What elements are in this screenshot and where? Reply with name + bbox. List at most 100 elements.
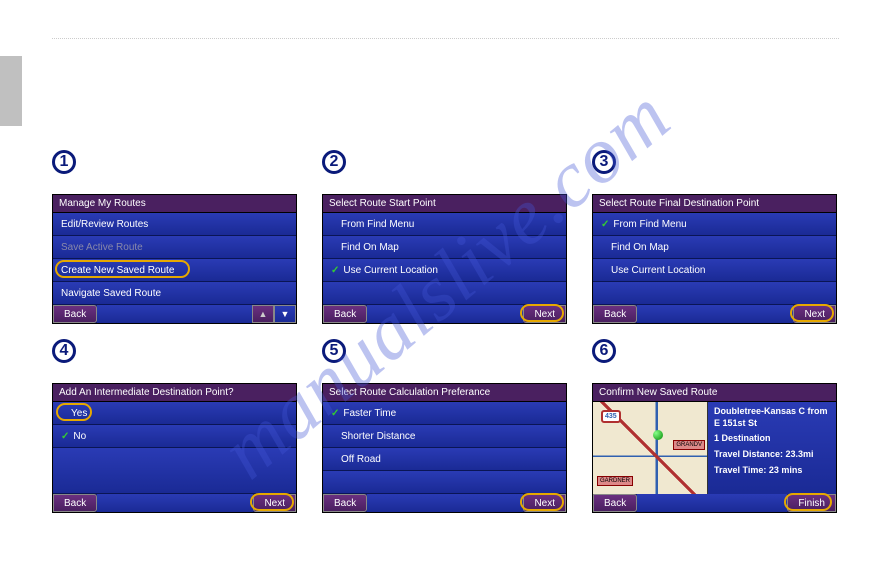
menu-item-yes[interactable]: Yes bbox=[53, 402, 296, 425]
footer-spacer bbox=[367, 305, 523, 323]
title-bar: Add An Intermediate Destination Point? bbox=[53, 384, 296, 402]
menu-item-current-location[interactable]: Use Current Location bbox=[593, 259, 836, 282]
menu-label: Yes bbox=[71, 408, 87, 419]
check-icon: ✓ bbox=[331, 265, 339, 276]
menu-label: From Find Menu bbox=[613, 219, 686, 230]
menu-item-create-new[interactable]: Create New Saved Route bbox=[53, 259, 296, 282]
menu-item-save-active: Save Active Route bbox=[53, 236, 296, 259]
check-icon: ✓ bbox=[601, 219, 609, 230]
step-2: 2 Select Route Start Point From Find Men… bbox=[322, 150, 567, 324]
empty-row bbox=[323, 282, 566, 305]
next-button[interactable]: Next bbox=[253, 494, 296, 512]
menu-item-find-menu[interactable]: ✓ From Find Menu bbox=[593, 213, 836, 236]
menu-item-find-map[interactable]: Find On Map bbox=[593, 236, 836, 259]
map-label: GRANDV bbox=[673, 440, 705, 450]
menu-label: Save Active Route bbox=[61, 242, 143, 253]
step-number: 4 bbox=[52, 339, 76, 363]
footer-bar: Back Finish bbox=[593, 494, 836, 512]
footer-spacer bbox=[367, 494, 523, 512]
menu-item-off-road[interactable]: Off Road bbox=[323, 448, 566, 471]
screen-start-point: Select Route Start Point From Find Menu … bbox=[322, 194, 567, 324]
step-number: 1 bbox=[52, 150, 76, 174]
check-icon: ✓ bbox=[61, 431, 69, 442]
route-name: Doubletree-Kansas C from E 151st St bbox=[714, 406, 830, 429]
travel-time: Travel Time: 23 mins bbox=[714, 465, 830, 477]
footer-spacer bbox=[637, 305, 793, 323]
screen-calc-preference: Select Route Calculation Preferance ✓ Fas… bbox=[322, 383, 567, 513]
menu-label: Create New Saved Route bbox=[61, 265, 174, 276]
title-bar: Select Route Start Point bbox=[323, 195, 566, 213]
screen-manage-routes: Manage My Routes Edit/Review Routes Save… bbox=[52, 194, 297, 324]
title-bar: Confirm New Saved Route bbox=[593, 384, 836, 402]
menu-label: Navigate Saved Route bbox=[61, 288, 161, 299]
map-marker-icon bbox=[653, 430, 663, 440]
footer-bar: Back Next bbox=[593, 305, 836, 323]
footer-spacer bbox=[637, 494, 787, 512]
screen-final-destination: Select Route Final Destination Point ✓ Fr… bbox=[592, 194, 837, 324]
footer-bar: Back Next bbox=[323, 305, 566, 323]
empty-row bbox=[593, 282, 836, 305]
menu-item-find-menu[interactable]: From Find Menu bbox=[323, 213, 566, 236]
margin-tab bbox=[0, 56, 22, 126]
map-preview[interactable]: 435 GARDNER GRANDV bbox=[593, 402, 708, 494]
empty-area bbox=[53, 448, 296, 494]
scroll-up-button[interactable]: ▲ bbox=[252, 305, 274, 323]
menu-label: Find On Map bbox=[611, 242, 669, 253]
menu-item-find-map[interactable]: Find On Map bbox=[323, 236, 566, 259]
map-label: GARDNER bbox=[597, 476, 633, 486]
step-number: 5 bbox=[322, 339, 346, 363]
footer-spacer bbox=[97, 305, 252, 323]
back-button[interactable]: Back bbox=[323, 494, 367, 512]
footer-bar: Back ▲ ▼ bbox=[53, 305, 296, 323]
step-number: 2 bbox=[322, 150, 346, 174]
next-button[interactable]: Next bbox=[793, 305, 836, 323]
empty-row bbox=[323, 471, 566, 494]
step-number: 6 bbox=[592, 339, 616, 363]
route-shield-icon: 435 bbox=[601, 410, 621, 423]
menu-label: Find On Map bbox=[341, 242, 399, 253]
menu-item-shorter-distance[interactable]: Shorter Distance bbox=[323, 425, 566, 448]
step-4: 4 Add An Intermediate Destination Point?… bbox=[52, 339, 297, 513]
back-button[interactable]: Back bbox=[53, 305, 97, 323]
travel-distance: Travel Distance: 23.3mi bbox=[714, 449, 830, 461]
step-1: 1 Manage My Routes Edit/Review Routes Sa… bbox=[52, 150, 297, 324]
back-button[interactable]: Back bbox=[323, 305, 367, 323]
menu-item-no[interactable]: ✓ No bbox=[53, 425, 296, 448]
back-button[interactable]: Back bbox=[53, 494, 97, 512]
scroll-down-button[interactable]: ▼ bbox=[274, 305, 296, 323]
menu-label: From Find Menu bbox=[341, 219, 414, 230]
footer-bar: Back Next bbox=[53, 494, 296, 512]
check-icon: ✓ bbox=[331, 408, 339, 419]
next-button[interactable]: Next bbox=[523, 305, 566, 323]
back-button[interactable]: Back bbox=[593, 305, 637, 323]
menu-item-edit-review[interactable]: Edit/Review Routes bbox=[53, 213, 296, 236]
menu-label: No bbox=[73, 431, 86, 442]
menu-label: Edit/Review Routes bbox=[61, 219, 148, 230]
menu-label: Faster Time bbox=[343, 408, 396, 419]
footer-bar: Back Next bbox=[323, 494, 566, 512]
next-button[interactable]: Next bbox=[523, 494, 566, 512]
steps-grid: 1 Manage My Routes Edit/Review Routes Sa… bbox=[52, 150, 837, 513]
confirm-body: 435 GARDNER GRANDV Doubletree-Kansas C f… bbox=[593, 402, 836, 494]
menu-label: Use Current Location bbox=[611, 265, 706, 276]
finish-button[interactable]: Finish bbox=[787, 494, 836, 512]
step-5: 5 Select Route Calculation Preferance ✓ F… bbox=[322, 339, 567, 513]
title-bar: Select Route Calculation Preferance bbox=[323, 384, 566, 402]
step-number: 3 bbox=[592, 150, 616, 174]
menu-label: Off Road bbox=[341, 454, 381, 465]
confirm-info: Doubletree-Kansas C from E 151st St 1 De… bbox=[708, 402, 836, 494]
screen-intermediate: Add An Intermediate Destination Point? Y… bbox=[52, 383, 297, 513]
step-3: 3 Select Route Final Destination Point ✓… bbox=[592, 150, 837, 324]
menu-label: Use Current Location bbox=[343, 265, 438, 276]
back-button[interactable]: Back bbox=[593, 494, 637, 512]
destination-count: 1 Destination bbox=[714, 433, 830, 445]
title-bar: Manage My Routes bbox=[53, 195, 296, 213]
divider-line bbox=[52, 38, 839, 39]
menu-item-faster-time[interactable]: ✓ Faster Time bbox=[323, 402, 566, 425]
title-bar: Select Route Final Destination Point bbox=[593, 195, 836, 213]
menu-item-current-location[interactable]: ✓ Use Current Location bbox=[323, 259, 566, 282]
menu-label: Shorter Distance bbox=[341, 431, 415, 442]
menu-item-navigate-saved[interactable]: Navigate Saved Route bbox=[53, 282, 296, 305]
footer-spacer bbox=[97, 494, 253, 512]
step-6: 6 Confirm New Saved Route 435 GARDNER GR… bbox=[592, 339, 837, 513]
